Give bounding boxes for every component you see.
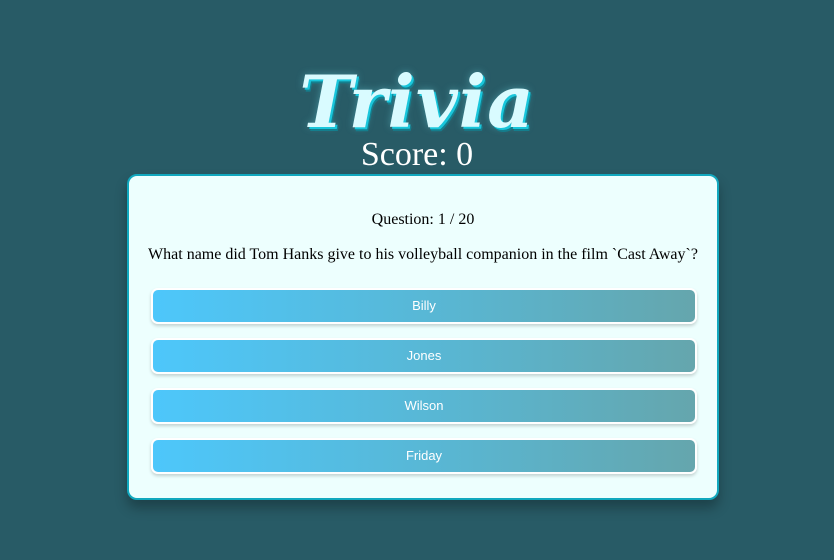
- question-text: What name did Tom Hanks give to his voll…: [148, 246, 698, 263]
- score-display: Score: 0: [360, 136, 474, 173]
- question-counter: Question: 1 / 20: [371, 211, 475, 228]
- answer-button-friday[interactable]: Friday: [151, 438, 697, 474]
- answer-button-billy[interactable]: Billy: [151, 288, 697, 324]
- answer-button-jones[interactable]: Jones: [151, 338, 697, 374]
- answer-button-wilson[interactable]: Wilson: [151, 388, 697, 424]
- answer-list: Billy Jones Wilson Friday: [151, 288, 697, 488]
- question-card: Question: 1 / 20 What name did Tom Hanks…: [127, 174, 719, 500]
